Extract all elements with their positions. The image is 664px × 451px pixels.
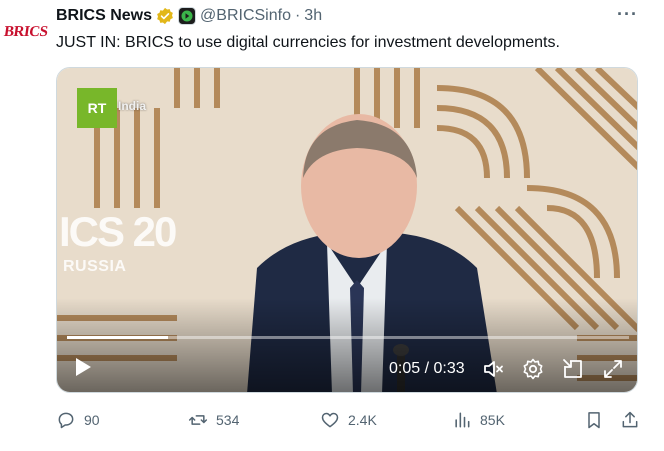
video-controls: 0:05 / 0:33 bbox=[57, 344, 637, 392]
verified-badge-icon[interactable] bbox=[156, 7, 174, 25]
bookmark-button[interactable] bbox=[584, 410, 604, 430]
backdrop-subtext: RUSSIA bbox=[63, 258, 127, 275]
picture-in-picture-icon[interactable] bbox=[561, 357, 585, 381]
channel-logo: RT bbox=[77, 88, 117, 128]
affiliate-badge-icon[interactable] bbox=[178, 7, 197, 25]
timestamp[interactable]: 3h bbox=[304, 7, 322, 25]
settings-gear-icon[interactable] bbox=[521, 357, 545, 381]
video-player[interactable]: RT India ICS 20 RUSSIA 0:05 / 0:33 bbox=[56, 67, 638, 393]
repost-count: 534 bbox=[216, 412, 240, 428]
views-chart-icon bbox=[455, 412, 470, 428]
heart-icon bbox=[321, 412, 339, 428]
share-button[interactable] bbox=[620, 410, 640, 430]
more-options-icon[interactable]: ··· bbox=[617, 4, 638, 25]
channel-sub: India bbox=[118, 99, 147, 113]
reply-icon bbox=[58, 412, 74, 429]
tweet-actions: 90 534 2.4K 85K bbox=[56, 410, 646, 434]
avatar[interactable]: BRICS bbox=[3, 10, 49, 54]
reply-count: 90 bbox=[84, 412, 100, 428]
mute-icon[interactable] bbox=[481, 357, 505, 381]
reply-button[interactable]: 90 bbox=[56, 410, 100, 430]
repost-button[interactable]: 534 bbox=[188, 410, 239, 430]
repost-icon bbox=[188, 415, 208, 425]
tweet-header: BRICS News @BRICSinfo · 3h bbox=[56, 6, 322, 26]
like-count: 2.4K bbox=[348, 412, 377, 428]
video-progress-bar[interactable] bbox=[67, 336, 629, 339]
tweet-text: JUST IN: BRICS to use digital currencies… bbox=[56, 34, 560, 51]
views-count: 85K bbox=[480, 412, 505, 428]
views-button[interactable]: 85K bbox=[452, 410, 505, 430]
play-icon[interactable] bbox=[73, 356, 93, 378]
avatar-text: BRICS bbox=[3, 23, 49, 40]
author-name[interactable]: BRICS News bbox=[56, 7, 152, 25]
separator-dot: · bbox=[294, 7, 301, 24]
backdrop-text: ICS 20 bbox=[59, 208, 177, 255]
author-handle[interactable]: @BRICSinfo bbox=[200, 7, 291, 25]
fullscreen-icon[interactable] bbox=[601, 357, 625, 381]
like-button[interactable]: 2.4K bbox=[320, 410, 377, 430]
bookmark-icon bbox=[588, 412, 600, 429]
share-icon bbox=[622, 411, 638, 428]
video-progress-fill bbox=[67, 336, 169, 339]
tweet-card[interactable]: BRICS BRICS News @BRICSinfo · 3h ··· JUS… bbox=[0, 0, 664, 451]
video-timecode: 0:05 / 0:33 bbox=[389, 360, 465, 377]
